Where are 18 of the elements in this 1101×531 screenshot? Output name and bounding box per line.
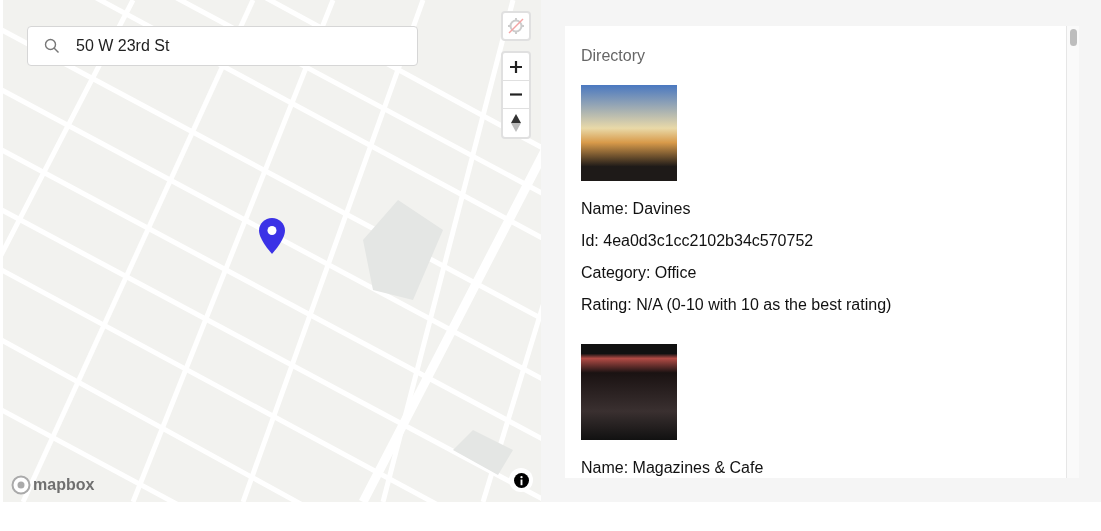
crossed-crosshair-icon xyxy=(507,17,525,35)
plus-icon xyxy=(510,60,522,73)
info-button[interactable] xyxy=(509,468,533,492)
search-icon xyxy=(44,38,60,54)
compass-icon xyxy=(511,114,521,132)
search-field[interactable]: 50 W 23rd St xyxy=(27,26,418,66)
location-pin-icon xyxy=(259,218,285,254)
entry-detail: Id: 4ea0d3c1cc2102b34c570752 xyxy=(581,231,815,250)
entry-detail: Rating: N/A (0-10 with 10 as the best rating) xyxy=(581,295,893,314)
entry-detail: Category: Office xyxy=(581,263,698,282)
entry-detail: Name: Magazines & Cafe xyxy=(581,458,765,477)
scrollbar-thumb[interactable] xyxy=(1069,29,1077,46)
entry-detail: Name: Davines xyxy=(581,199,692,218)
logo-icon xyxy=(11,475,31,495)
directory-title: Directory xyxy=(581,46,646,66)
info-icon xyxy=(513,472,529,488)
minus-icon xyxy=(510,93,522,96)
logo-text: mapbox xyxy=(33,475,95,495)
